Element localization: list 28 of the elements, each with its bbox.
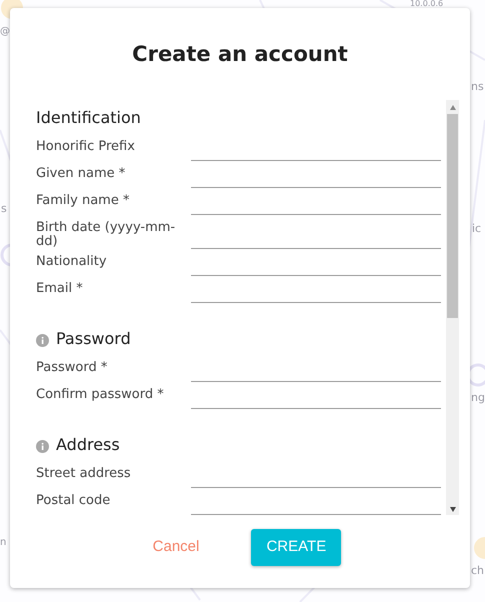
field-label: Street address [36,465,132,483]
graph-node-label: ic [472,222,482,235]
scroll-up-icon[interactable] [450,105,456,110]
scroll-down-icon[interactable] [450,507,456,512]
graph-node-label: ng [471,391,485,404]
field-label: Confirm password * [36,386,165,404]
field-label: Nationality [36,253,108,271]
section-heading: Address [56,435,120,455]
create-button[interactable]: CREATE [251,529,342,566]
field-label: Honorific Prefix [36,138,136,156]
field-label: Postal code [36,492,112,510]
graph-node-label: n [0,537,6,549]
field-label: Family name * [36,192,130,210]
scrollbar-thumb[interactable] [447,114,458,318]
field-label: Password * [36,359,108,377]
field-label: Given name * [36,165,126,183]
field-label: Birth date (yyyy-mm-dd) [36,219,176,249]
graph-node-label: @ [0,26,10,38]
section-heading: Identification [36,108,141,128]
cancel-button[interactable]: Cancel [138,530,214,566]
graph-node-label: ns [471,80,484,93]
dialog-title: Create an account [132,41,348,67]
field-label: Email * [36,280,84,298]
graph-node-label: s [1,202,7,215]
section-heading: Password [56,329,131,349]
scrollbar[interactable] [446,100,459,515]
graph-node-label: ch [471,564,484,577]
graph-node-label: 10.0.0.6 [410,0,444,8]
